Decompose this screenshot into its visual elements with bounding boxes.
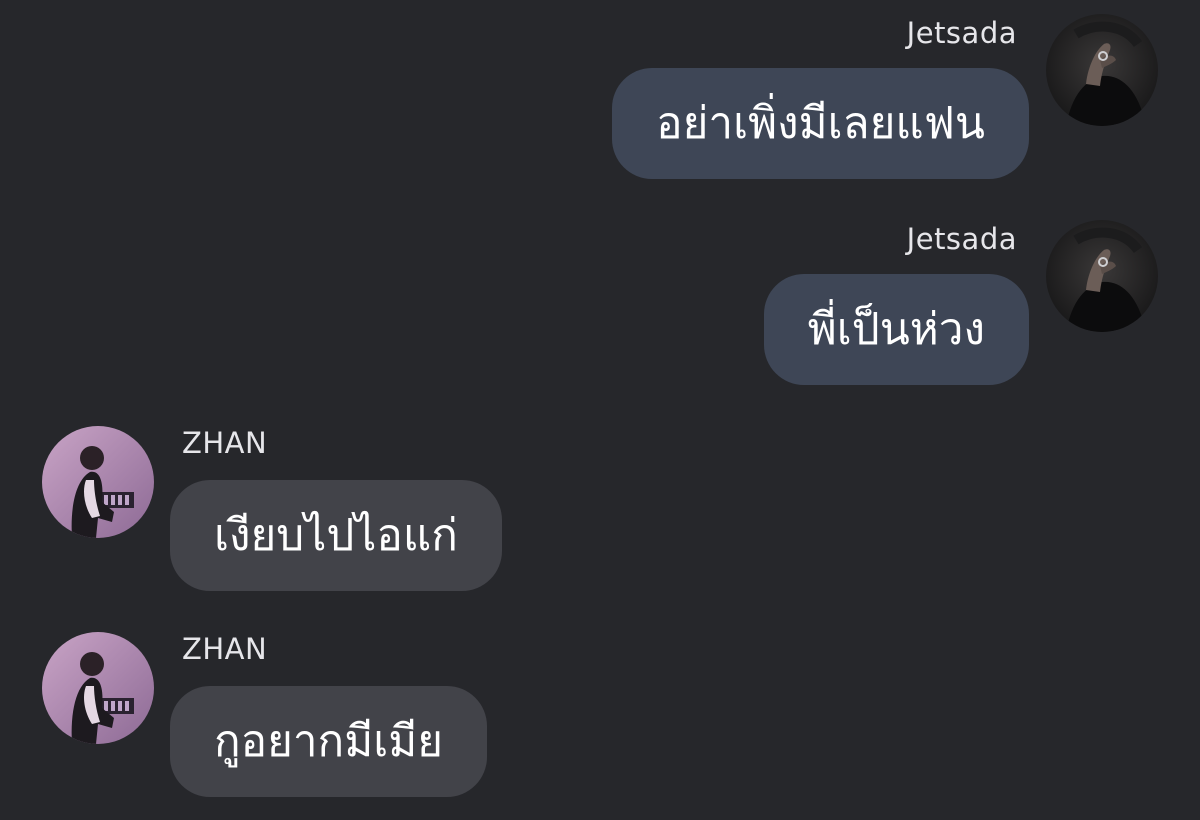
avatar-photo-icon [42, 426, 154, 538]
avatar-zhan[interactable] [42, 632, 154, 744]
message-incoming: ZHAN กูอยากมีเมีย [0, 618, 1200, 808]
avatar-zhan[interactable] [42, 426, 154, 538]
message-bubble[interactable]: อย่าเพิ่งมีเลยแฟน [612, 68, 1029, 179]
message-outgoing: Jetsada พี่เป็นห่วง [0, 206, 1200, 396]
avatar-photo-icon [42, 632, 154, 744]
message-bubble[interactable]: เงียบไปไอแก่ [170, 480, 502, 591]
avatar-jetsada[interactable] [1046, 220, 1158, 332]
sender-name: Jetsada [906, 16, 1017, 50]
message-incoming: ZHAN เงียบไปไอแก่ [0, 412, 1200, 602]
avatar-photo-icon [1046, 14, 1158, 126]
message-bubble[interactable]: กูอยากมีเมีย [170, 686, 488, 797]
message-outgoing: Jetsada อย่าเพิ่งมีเลยแฟน [0, 0, 1200, 190]
sender-name: ZHAN [182, 426, 268, 460]
message-bubble[interactable]: พี่เป็นห่วง [763, 274, 1029, 385]
sender-name: Jetsada [906, 222, 1017, 256]
avatar-jetsada[interactable] [1046, 14, 1158, 126]
sender-name: ZHAN [182, 632, 268, 666]
avatar-photo-icon [1046, 220, 1158, 332]
chat-thread: Jetsada อย่าเพิ่งมีเลยแฟน Jetsada พี่เป็… [0, 0, 1200, 820]
